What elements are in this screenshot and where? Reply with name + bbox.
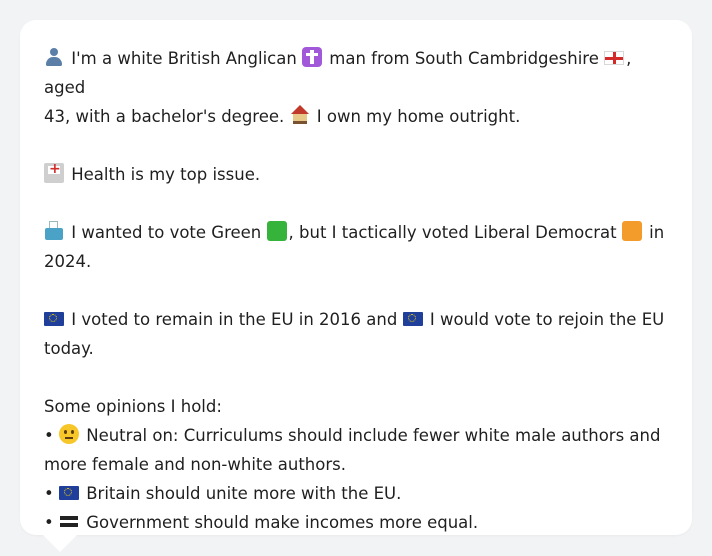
opinion-item-1-text-2: more female and non-white authors. xyxy=(44,455,346,474)
opinion-item-2-text: Britain should unite more with the EU. xyxy=(86,484,402,503)
profile-line-2: 43, with a bachelor's degree. I own my h… xyxy=(44,102,668,131)
bullet: • xyxy=(44,426,54,445)
vote-text-1c: in xyxy=(649,223,665,242)
profile-text-2a: 43, with a bachelor's degree. xyxy=(44,107,285,126)
profile-text-1a: I'm a white British Anglican xyxy=(71,49,297,68)
vote-line-2: 2024. xyxy=(44,247,668,276)
vote-paragraph: I wanted to vote Green , but I tacticall… xyxy=(44,218,668,276)
eu-text-1a: I voted to remain in the EU in 2016 and xyxy=(71,310,398,329)
health-line: Health is my top issue. xyxy=(44,159,668,189)
vote-text-1a: I wanted to vote Green xyxy=(71,223,262,242)
vote-line-1: I wanted to vote Green , but I tacticall… xyxy=(44,218,668,247)
eu-line-2: today. xyxy=(44,334,668,363)
hospital-icon xyxy=(44,159,64,183)
opinions-heading: Some opinions I hold: xyxy=(44,397,222,416)
ballot-box-icon xyxy=(44,221,64,241)
eu-flag-icon xyxy=(58,486,79,500)
bubble-tail xyxy=(42,534,78,552)
profile-text-1b: man from South Cambridgeshire xyxy=(329,49,599,68)
bullet: • xyxy=(44,484,54,503)
eu-flag-icon xyxy=(44,312,64,326)
health-paragraph: Health is my top issue. xyxy=(44,159,668,189)
vote-text-2: 2024. xyxy=(44,252,92,271)
opinion-item-1-line-1: • Neutral on: Curriculums should include… xyxy=(44,421,668,450)
profile-line-1: I'm a white British Anglican man from So… xyxy=(44,44,668,102)
eu-flag-icon xyxy=(402,312,423,326)
message-bubble: I'm a white British Anglican man from So… xyxy=(20,20,692,535)
vote-text-1b: , but I tactically voted Liberal Democra… xyxy=(288,223,617,242)
house-icon xyxy=(290,105,310,125)
neutral-face-icon xyxy=(58,424,79,444)
bullet: • xyxy=(44,513,54,532)
equals-icon xyxy=(59,511,79,531)
opinion-item-2: • Britain should unite more with the EU. xyxy=(44,479,668,508)
eu-text-1b: I would vote to rejoin the EU xyxy=(429,310,665,329)
eu-paragraph: I voted to remain in the EU in 2016 and … xyxy=(44,305,668,363)
green-square-icon xyxy=(266,221,287,241)
health-text: Health is my top issue. xyxy=(71,165,261,184)
england-flag-icon xyxy=(604,51,625,65)
opinion-item-3: • Government should make incomes more eq… xyxy=(44,508,668,537)
latin-cross-icon xyxy=(302,47,323,67)
opinion-item-1-line-2: more female and non-white authors. xyxy=(44,450,668,479)
eu-line-1: I voted to remain in the EU in 2016 and … xyxy=(44,305,668,334)
opinion-item-1-text-1: Neutral on: Curriculums should include f… xyxy=(86,426,661,445)
orange-square-icon xyxy=(621,221,642,241)
opinion-item-3-text: Government should make incomes more equa… xyxy=(86,513,479,532)
opinions-paragraph: Some opinions I hold: • Neutral on: Curr… xyxy=(44,392,668,537)
profile-text-2b: I own my home outright. xyxy=(316,107,521,126)
message-content: I'm a white British Anglican man from So… xyxy=(44,44,668,537)
eu-text-2: today. xyxy=(44,339,94,358)
profile-paragraph: I'm a white British Anglican man from So… xyxy=(44,44,668,131)
person-silhouette-icon xyxy=(44,47,64,67)
